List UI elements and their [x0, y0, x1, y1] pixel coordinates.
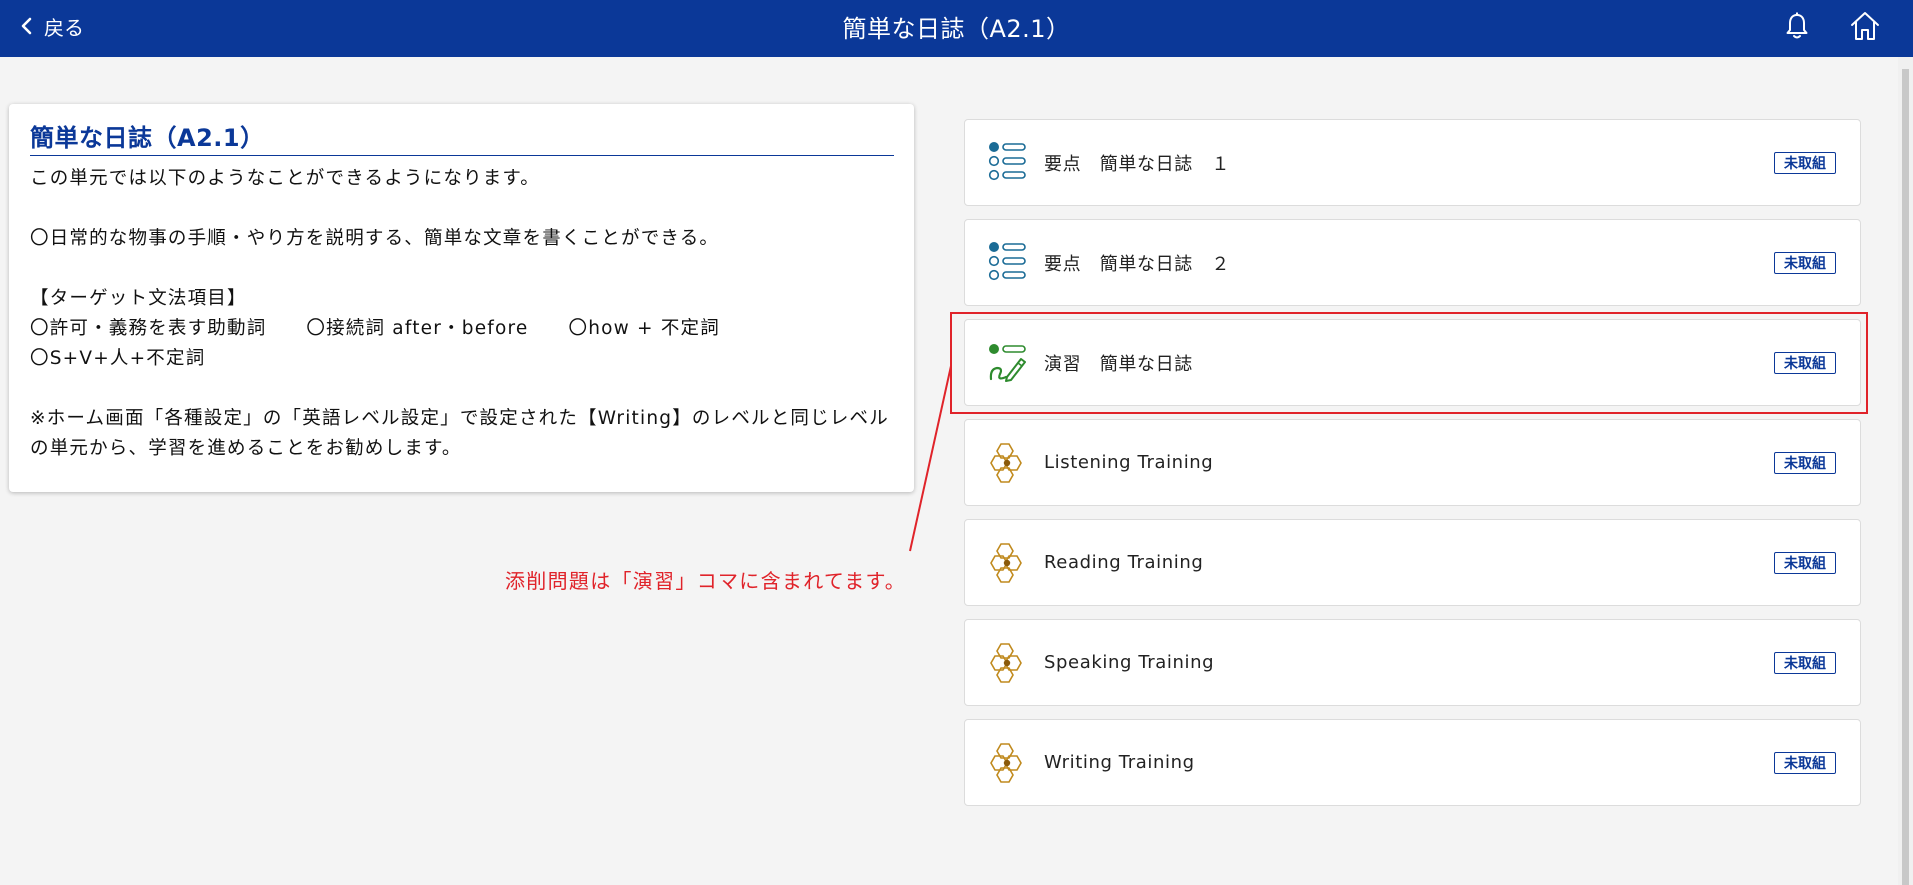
unit-intro: この単元では以下のようなことができるようになります。: [30, 168, 540, 189]
key-points-list-icon: [988, 142, 1026, 181]
home-icon[interactable]: [1849, 10, 1881, 42]
status-badge: 未取組: [1774, 752, 1836, 774]
training-hexagon-icon: [990, 443, 1022, 483]
list-item-practice[interactable]: 演習 簡単な日誌 未取組: [964, 319, 1861, 406]
list-item-points-2[interactable]: 要点 簡単な日誌 ２ 未取組: [964, 219, 1861, 306]
grammar-item: 〇S+V+人+不定詞: [30, 348, 206, 369]
grammar-items: 〇許可・義務を表す助動詞 〇接続詞 after・before 〇how + 不定…: [30, 314, 894, 374]
training-hexagon-icon: [990, 543, 1022, 583]
list-item-label: 要点 簡単な日誌 １: [1044, 153, 1230, 175]
scrollbar-thumb[interactable]: [1902, 69, 1909, 885]
grammar-item: 〇接続詞 after・before: [306, 318, 529, 339]
list-item-points-1[interactable]: 要点 簡単な日誌 １ 未取組: [964, 119, 1861, 206]
status-badge: 未取組: [1774, 452, 1836, 474]
grammar-item: 〇許可・義務を表す助動詞: [30, 318, 267, 339]
status-badge: 未取組: [1774, 652, 1836, 674]
list-item-listening[interactable]: Listening Training 未取組: [964, 419, 1861, 506]
list-item-label: Listening Training: [1044, 452, 1214, 473]
list-item-label: 要点 簡単な日誌 ２: [1044, 253, 1230, 275]
bell-icon[interactable]: [1781, 10, 1813, 42]
grammar-heading: 【ターゲット文法項目】: [30, 288, 247, 309]
key-points-list-icon: [988, 242, 1026, 281]
status-badge: 未取組: [1774, 152, 1836, 174]
list-item-writing[interactable]: Writing Training 未取組: [964, 719, 1861, 806]
status-badge: 未取組: [1774, 252, 1836, 274]
list-item-label: Writing Training: [1044, 752, 1195, 773]
grammar-item: 〇how + 不定詞: [568, 318, 720, 339]
unit-description-card: 簡単な日誌（A2.1） この単元では以下のようなことができるようになります。 〇…: [9, 104, 914, 492]
training-hexagon-icon: [990, 643, 1022, 683]
list-item-reading[interactable]: Reading Training 未取組: [964, 519, 1861, 606]
training-hexagon-icon: [990, 743, 1022, 783]
practice-pencil-icon: [989, 344, 1026, 382]
unit-title: 簡単な日誌（A2.1）: [30, 118, 894, 156]
list-item-speaking[interactable]: Speaking Training 未取組: [964, 619, 1861, 706]
annotation-text: 添削問題は「演習」コマに含まれてます。: [505, 569, 907, 593]
status-badge: 未取組: [1774, 552, 1836, 574]
status-badge: 未取組: [1774, 352, 1836, 374]
list-item-label: 演習 簡単な日誌: [1044, 353, 1193, 375]
unit-goal: 〇日常的な物事の手順・やり方を説明する、簡単な文章を書くことができる。: [30, 228, 720, 249]
list-item-label: Reading Training: [1044, 552, 1204, 573]
header-bar: 戻る 簡単な日誌（A2.1）: [0, 0, 1913, 57]
page-title: 簡単な日誌（A2.1）: [842, 14, 1071, 43]
scrollbar[interactable]: [1898, 57, 1913, 885]
level-note: ※ホーム画面「各種設定」の「英語レベル設定」で設定された【Writing】のレベ…: [30, 408, 889, 459]
list-item-label: Speaking Training: [1044, 652, 1215, 673]
